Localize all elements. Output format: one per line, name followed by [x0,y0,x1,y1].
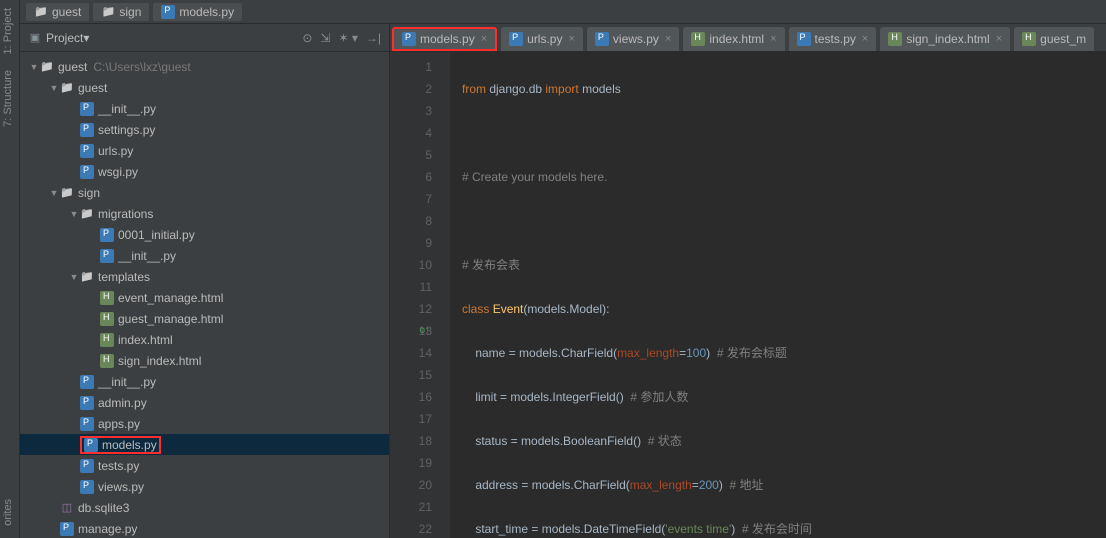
package-icon [60,81,74,95]
tool-tab-project[interactable]: 1: Project [0,0,16,62]
code-editor[interactable]: from django.db import models # Create yo… [450,52,1106,538]
tab-guestm[interactable]: guest_m [1014,27,1094,51]
tree-file[interactable]: __init__.py [20,371,389,392]
hide-icon[interactable]: →| [366,31,381,45]
tree-file[interactable]: sign_index.html [20,350,389,371]
tree-file[interactable]: tests.py [20,455,389,476]
python-file-icon [595,32,609,46]
python-file-icon [80,417,94,431]
tree-file[interactable]: __init__.py [20,98,389,119]
folder-icon [40,60,54,74]
python-file-icon [80,102,94,116]
tool-window-tabs: 1: Project 7: Structure orites [0,0,20,538]
python-file-icon [84,438,98,452]
tree-root[interactable]: ▼guestC:\Users\lxz\guest [20,56,389,77]
python-file-icon [161,5,175,19]
tree-file[interactable]: settings.py [20,119,389,140]
locate-icon[interactable]: ⊙ [302,31,312,45]
close-icon[interactable]: × [568,33,574,45]
close-icon[interactable]: × [481,33,487,45]
tab-index[interactable]: index.html× [683,27,784,51]
tree-dir-sign[interactable]: ▼sign [20,182,389,203]
close-icon[interactable]: × [665,33,671,45]
tab-tests[interactable]: tests.py× [789,27,877,51]
project-label: Project [46,31,83,45]
editor-tabs: models.py× urls.py× views.py× index.html… [390,24,1106,52]
python-file-icon [80,375,94,389]
python-file-icon [80,123,94,137]
html-file-icon [100,333,114,347]
crumb-sign[interactable]: sign [93,3,149,21]
project-sidebar: Project ▾ ⊙ ⇲ ✶ ▾ →| ▼guestC:\Users\lxz\… [20,24,390,538]
project-header: Project ▾ ⊙ ⇲ ✶ ▾ →| [20,24,389,52]
html-file-icon [100,312,114,326]
package-icon [60,186,74,200]
tree-file[interactable]: views.py [20,476,389,497]
tree-file-manage[interactable]: manage.py [20,518,389,538]
breadcrumb: guest sign models.py [20,0,1106,24]
tree-file[interactable]: apps.py [20,413,389,434]
tab-signindex[interactable]: sign_index.html× [880,27,1010,51]
override-marker-icon[interactable]: o↑ [419,320,430,342]
tool-tab-structure[interactable]: 7: Structure [0,62,16,135]
html-file-icon [100,291,114,305]
python-file-icon [402,32,416,46]
tree-file[interactable]: 0001_initial.py [20,224,389,245]
folder-icon [34,5,48,19]
tree-file[interactable]: urls.py [20,140,389,161]
tree-file[interactable]: guest_manage.html [20,308,389,329]
gear-icon[interactable]: ✶ ▾ [338,31,357,45]
python-file-icon [797,32,811,46]
tree-file-models[interactable]: models.py [20,434,389,455]
tab-urls[interactable]: urls.py× [501,27,583,51]
python-file-icon [100,249,114,263]
project-icon [28,31,42,45]
crumb-guest[interactable]: guest [26,3,89,21]
python-file-icon [80,165,94,179]
tab-views[interactable]: views.py× [587,27,679,51]
package-icon [80,207,94,221]
crumb-models[interactable]: models.py [153,3,242,21]
tab-models[interactable]: models.py× [392,27,497,51]
html-file-icon [888,32,902,46]
python-file-icon [80,480,94,494]
tree-file[interactable]: event_manage.html [20,287,389,308]
tool-tab-favorites[interactable]: orites [0,491,16,534]
folder-icon [80,270,94,284]
python-file-icon [80,459,94,473]
tree-file[interactable]: index.html [20,329,389,350]
python-file-icon [60,522,74,536]
html-file-icon [691,32,705,46]
html-file-icon [100,354,114,368]
python-file-icon [80,144,94,158]
editor: models.py× urls.py× views.py× index.html… [390,24,1106,538]
collapse-icon[interactable]: ⇲ [320,31,330,45]
close-icon[interactable]: × [996,33,1002,45]
python-file-icon [100,228,114,242]
tree-dir-guest[interactable]: ▼guest [20,77,389,98]
close-icon[interactable]: × [770,33,776,45]
tree-file[interactable]: __init__.py [20,245,389,266]
gutter[interactable]: 12345678910111213o↑141516171819202122 [390,52,450,538]
python-file-icon [509,32,523,46]
project-tree[interactable]: ▼guestC:\Users\lxz\guest ▼guest __init__… [20,52,389,538]
tree-file[interactable]: wsgi.py [20,161,389,182]
tree-file-db[interactable]: db.sqlite3 [20,497,389,518]
tree-file[interactable]: admin.py [20,392,389,413]
python-file-icon [80,396,94,410]
close-icon[interactable]: × [862,33,868,45]
tree-dir-templates[interactable]: ▼templates [20,266,389,287]
html-file-icon [1022,32,1036,46]
tree-dir-migrations[interactable]: ▼migrations [20,203,389,224]
database-icon [60,501,74,515]
folder-icon [101,5,115,19]
